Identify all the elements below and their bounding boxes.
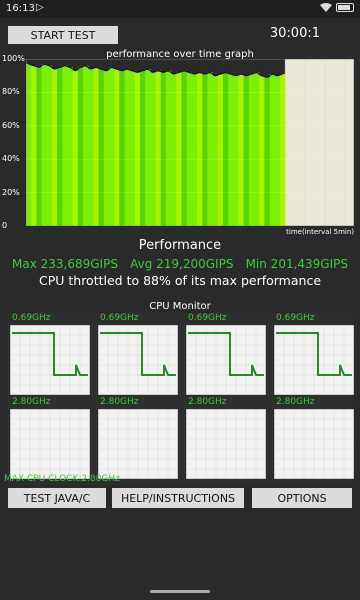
graph-bar: [186, 72, 193, 226]
perf-max: Max 233,689GIPS: [12, 257, 118, 271]
graph-bar: [119, 70, 125, 226]
performance-stats: Max 233,689GIPS Avg 219,200GIPS Min 201,…: [12, 257, 348, 271]
graph-bar: [259, 75, 265, 226]
test-java-button[interactable]: TEST JAVA/C: [8, 488, 106, 508]
graph-bar: [83, 65, 89, 226]
graph-bar: [212, 75, 219, 226]
graph-bar: [67, 67, 73, 226]
core-clock-label: 0.69GHz: [188, 313, 227, 323]
test-timer: 30:00:1: [269, 26, 320, 41]
graph-bar: [243, 75, 250, 226]
graph-bar: [279, 74, 286, 226]
graph-bar: [181, 70, 187, 226]
graph-bar: [150, 72, 156, 226]
graph-bar: [165, 70, 172, 226]
perf-avg: Avg 219,200GIPS: [130, 257, 234, 271]
core-graph: [10, 325, 90, 395]
y-tick-label: 0: [2, 221, 8, 230]
core-graph: [186, 409, 266, 479]
graph-bar: [228, 74, 234, 226]
core-graph: [98, 325, 178, 395]
y-tick-label: 60%: [2, 120, 20, 130]
graph-bar: [197, 72, 203, 226]
performance-title: Performance: [138, 238, 222, 253]
graph-bar: [269, 74, 276, 226]
cpu-monitor-panel: 0.69GHz 0.69GHz 0.69GHz 0.69GHz 2.80GHz 2.80G…: [8, 313, 354, 485]
graph-bar: [202, 74, 208, 226]
core-clock-label: 2.80GHz: [12, 397, 51, 407]
core-clock-label: 2.80GHz: [188, 397, 227, 407]
core-graph: [274, 409, 354, 479]
graph-bar: [103, 70, 110, 226]
core-graph: [10, 409, 90, 479]
y-tick-label: 80%: [2, 87, 20, 97]
graph-bar: [72, 70, 79, 226]
y-tick-label: 100%: [2, 54, 25, 63]
status-bar: 16:13 ▷: [0, 0, 360, 18]
core-clock-label: 0.69GHz: [276, 313, 315, 323]
status-time: 16:13: [6, 3, 35, 14]
help-instructions-button[interactable]: HELP/INSTRUCTIONS: [112, 488, 244, 508]
graph-bar: [62, 65, 68, 226]
y-tick-label: 40%: [2, 154, 20, 164]
graph-bar: [140, 70, 146, 226]
graph-bar: [171, 74, 177, 226]
graph-bar: [191, 74, 198, 226]
core-clock-label: 2.80GHz: [276, 397, 315, 407]
home-indicator[interactable]: [150, 590, 210, 593]
x-axis-label: time(interval 5min): [286, 228, 354, 236]
graph-bar: [41, 64, 48, 226]
core-graph: [186, 325, 266, 395]
cpu-monitor-title: CPU Monitor: [149, 301, 211, 312]
graph-bar: [134, 72, 141, 226]
wifi-icon: [320, 3, 332, 12]
graph-bar: [46, 65, 53, 226]
graph-bar: [57, 67, 63, 226]
graph-bar: [160, 72, 167, 226]
core-graph: [274, 325, 354, 395]
graph-bar: [108, 67, 115, 226]
performance-graph: [26, 59, 354, 226]
graph-bar: [36, 67, 42, 226]
y-tick-label: 20%: [2, 187, 20, 197]
graph-bar: [207, 72, 213, 226]
graph-bar: [248, 74, 255, 226]
graph-bar: [238, 74, 244, 226]
graph-idle-area: [285, 59, 354, 226]
core-graph: [98, 409, 178, 479]
status-icons: [320, 3, 354, 12]
graph-bar: [93, 67, 99, 226]
play-icon: ▷: [36, 2, 44, 13]
graph-bar: [233, 75, 239, 226]
graph-bar: [274, 75, 281, 226]
options-button[interactable]: OPTIONS: [252, 488, 352, 508]
graph-bar: [254, 72, 260, 226]
graph-bar: [217, 74, 224, 226]
max-cpu-clock: MAX CPU CLOCK:2.80GHz: [4, 474, 120, 484]
core-clock-label: 0.69GHz: [100, 313, 139, 323]
core-clock-label: 0.69GHz: [12, 313, 51, 323]
graph-bar: [264, 77, 270, 226]
start-test-button[interactable]: START TEST: [8, 26, 118, 44]
graph-bar: [129, 70, 136, 226]
graph-bar: [176, 72, 182, 226]
battery-icon: [336, 3, 354, 12]
graph-bar: [222, 72, 229, 226]
core-clock-label: 2.80GHz: [100, 397, 139, 407]
perf-min: Min 201,439GIPS: [245, 257, 348, 271]
graph-bar: [77, 67, 84, 226]
graph-bar: [155, 70, 162, 226]
graph-bar: [26, 64, 32, 226]
throttle-message: CPU throttled to 88% of its max performa…: [38, 273, 322, 288]
graph-bar: [31, 65, 37, 226]
